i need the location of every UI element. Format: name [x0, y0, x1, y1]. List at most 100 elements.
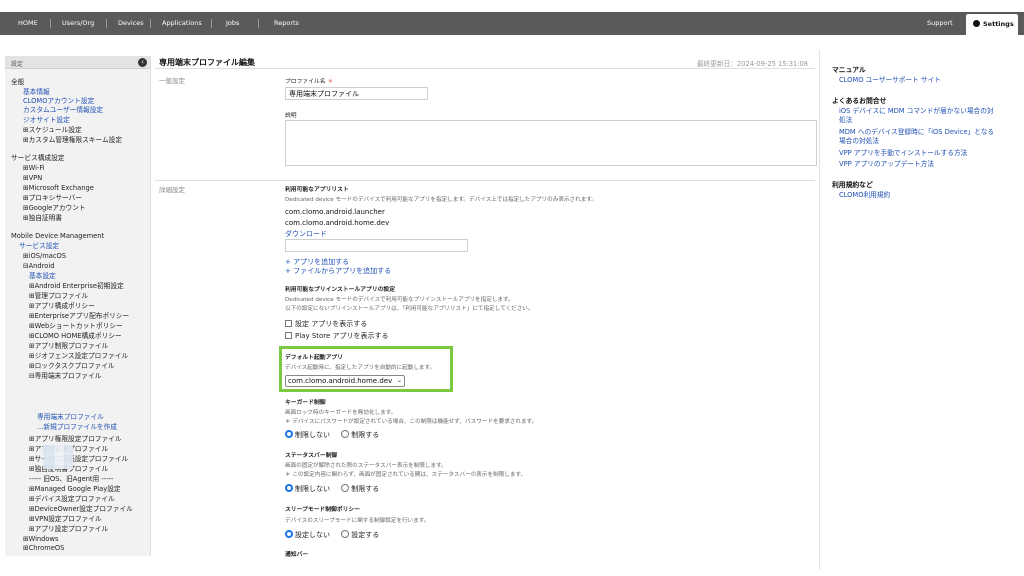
sidebar-item[interactable]: ⊞プロキシサーバー — [23, 194, 82, 203]
collapse-icon[interactable]: ‹ — [138, 58, 147, 67]
sleep-description: デバイスのスリープモードに関する制御設定を行います。 — [285, 518, 430, 524]
add-file-link[interactable]: + ファイルからアプリを追加する — [285, 266, 391, 276]
sidebar-item[interactable]: ⊞管理プロファイル — [29, 292, 88, 301]
statusbar-restrict-radio[interactable]: 制限する — [341, 484, 379, 493]
nav-support[interactable]: Support — [927, 12, 953, 35]
nav-devices[interactable]: Devices — [118, 12, 144, 35]
sidebar-item[interactable]: ⊞スケジュール設定 — [23, 126, 82, 135]
sidebar-item[interactable]: ⊟専用端末プロファイル — [29, 372, 101, 381]
nav-settings-tab[interactable]: Settings — [966, 14, 1018, 35]
terms-link[interactable]: CLOMO利用規約 — [839, 191, 890, 200]
sidebar-item[interactable]: ...新規プロファイルを作成 — [37, 423, 117, 432]
sidebar-item[interactable]: サービス構成設定 — [11, 154, 65, 163]
profile-name-label: プロファイル名 ＊ — [285, 79, 334, 85]
sidebar-item[interactable]: CLOMOアカウント設定 — [23, 97, 94, 106]
sidebar-item[interactable]: ⊞VPN設定プロファイル — [29, 515, 102, 524]
keyguard-label: キーガード制御 — [285, 400, 326, 406]
faq-link[interactable]: 処法 — [839, 116, 852, 125]
right-panel-divider — [819, 50, 820, 570]
divider — [155, 68, 815, 69]
checkbox-icon — [285, 320, 292, 327]
faq-heading: よくあるお問合せ — [832, 97, 887, 105]
sidebar-item[interactable]: ⊞カスタム管理権限スキーム設定 — [23, 136, 122, 145]
sidebar-item[interactable]: 基本情報 — [23, 88, 50, 97]
default-app-description: デバイス起動時に、指定したアプリを自動的に起動します。 — [285, 365, 436, 371]
apps-description: Dedicated device モードのデバイスで利用可能なアプリを指定します… — [285, 197, 597, 203]
sidebar-item[interactable]: ⊞Managed Google Play設定 — [29, 485, 121, 494]
nav-users-org[interactable]: Users/Org — [62, 12, 94, 35]
keyguard-restrict-radio[interactable]: 制限する — [341, 430, 379, 439]
sidebar-item[interactable]: ⊞ジオフェンス設定プロファイル — [29, 352, 128, 361]
page-title: 専用端末プロファイル編集 — [159, 58, 255, 67]
nav-separator — [150, 19, 151, 28]
sidebar-header-label: 設定 — [11, 61, 24, 68]
sidebar-item[interactable]: ⊞アプリ構成ポリシー — [29, 302, 95, 311]
sidebar-item[interactable]: ⊞iOS/macOS — [23, 252, 66, 261]
chevron-down-icon: ⌄ — [396, 377, 402, 384]
nav-separator — [106, 19, 107, 28]
divider — [155, 180, 815, 181]
app-item: com.clomo.android.home.dev — [285, 219, 390, 227]
sidebar-item[interactable]: ----- 旧OS、旧Agent用 ----- — [29, 475, 113, 484]
show-settings-checkbox[interactable]: 設定 アプリを表示する — [285, 319, 367, 329]
preinstall-description: Dedicated device モードのデバイスで利用可能なプリインストールア… — [285, 297, 514, 303]
keyguard-no-restrict-radio[interactable]: 制限しない — [285, 430, 330, 439]
nav-home[interactable]: HOME — [18, 12, 38, 35]
faq-link[interactable]: MDM へのデバイス登録時に「iOS Device」となる — [839, 128, 994, 137]
faq-link[interactable]: VPP アプリを手動でインストールする方法 — [839, 149, 967, 158]
sidebar-item[interactable]: ⊞Windows — [23, 535, 58, 544]
statusbar-note: ＊ この設定内容に関わらず、画面が固定されている間は、ステータスバーの表示を制限… — [285, 472, 527, 478]
sidebar-item[interactable]: Mobile Device Management — [11, 232, 104, 241]
sidebar-item[interactable]: ⊞ロックタスクプロファイル — [29, 362, 115, 371]
nav-separator — [258, 19, 259, 28]
sidebar-item[interactable]: ⊞デバイス設定プロファイル — [29, 495, 115, 504]
sidebar-item[interactable]: カスタムユーザー情報設定 — [23, 106, 103, 115]
sidebar-item[interactable]: ジオサイト設定 — [23, 116, 70, 125]
sleep-set-radio[interactable]: 設定する — [341, 530, 379, 539]
sidebar-item[interactable]: ⊞Webショートカットポリシー — [29, 322, 123, 331]
sidebar-item[interactable]: ⊞独自証明書 — [23, 214, 62, 223]
sidebar-item[interactable]: ⊞アプリ設定プロファイル — [29, 525, 108, 534]
faq-link[interactable]: iOS デバイスに MDM コマンドが届かない場合の対 — [839, 107, 994, 116]
sidebar-item[interactable]: ⊞アプリ制限プロファイル — [29, 342, 108, 351]
sidebar-item[interactable]: ⊞VPN — [23, 174, 42, 183]
help-panel: マニュアル CLOMO ユーザーサポート サイト よくあるお問合せ iOS デバ… — [822, 56, 1020, 256]
sidebar-item[interactable]: ⊟Android — [23, 262, 54, 271]
keyguard-radio-group: 制限しない 制限する — [285, 430, 388, 440]
description-label: 説明 — [285, 113, 297, 119]
sidebar-item[interactable]: ⊞アプリ権限設定プロファイル — [29, 435, 122, 444]
sidebar-item[interactable]: ⊞Wi-Fi — [23, 164, 45, 173]
sidebar-item[interactable]: ⊞Android Enterprise初期設定 — [29, 282, 124, 291]
nav-reports[interactable]: Reports — [274, 12, 299, 35]
notify-label: 通知バー — [285, 552, 309, 558]
statusbar-radio-group: 制限しない 制限する — [285, 484, 388, 494]
sidebar-item[interactable]: ⊞Googleアカウント — [23, 204, 86, 213]
show-playstore-checkbox[interactable]: Play Store アプリを表示する — [285, 331, 389, 341]
sidebar-item[interactable]: 全般 — [11, 78, 24, 87]
redacted-image — [43, 445, 73, 469]
manual-link[interactable]: CLOMO ユーザーサポート サイト — [839, 76, 941, 85]
nav-applications[interactable]: Applications — [162, 12, 202, 35]
sidebar-item[interactable]: ⊞Enterpriseアプリ配布ポリシー — [29, 312, 129, 321]
settings-sidebar: 設定 ‹ 全般 基本情報 CLOMOアカウント設定 カスタムユーザー情報設定 ジオサイト… — [5, 56, 151, 556]
sidebar-item[interactable]: 基本設定 — [29, 272, 56, 281]
faq-link[interactable]: VPP アプリのアップデート方法 — [839, 160, 934, 169]
statusbar-label: ステータスバー制御 — [285, 453, 338, 459]
description-textarea[interactable] — [285, 120, 817, 166]
download-link[interactable]: ダウンロード — [285, 229, 327, 239]
sidebar-item[interactable]: サービス設定 — [19, 242, 59, 251]
profile-name-input[interactable]: 専用端末プロファイル — [285, 87, 428, 100]
default-app-select[interactable]: com.clomo.android.home.dev ⌄ — [285, 375, 405, 387]
sidebar-item[interactable]: ⊞ChromeOS — [23, 544, 64, 553]
sidebar-item[interactable]: ⊞Microsoft Exchange — [23, 184, 94, 193]
sleep-no-set-radio[interactable]: 設定しない — [285, 530, 330, 539]
keyguard-note: ＊ デバイスにパスワードが設定されている場合、この制限は機能せず、パスワードを要… — [285, 419, 538, 425]
default-app-label: デフォルト起動アプリ — [285, 355, 343, 361]
app-input[interactable] — [285, 239, 468, 252]
sidebar-item[interactable]: 専用端末プロファイル — [37, 413, 104, 422]
nav-jobs[interactable]: Jobs — [226, 12, 239, 35]
faq-link[interactable]: 場合の対処法 — [839, 137, 879, 146]
statusbar-no-restrict-radio[interactable]: 制限しない — [285, 484, 330, 493]
sidebar-item[interactable]: ⊞CLOMO HOME構成ポリシー — [29, 332, 122, 341]
sidebar-item[interactable]: ⊞DeviceOwner設定プロファイル — [29, 505, 133, 514]
